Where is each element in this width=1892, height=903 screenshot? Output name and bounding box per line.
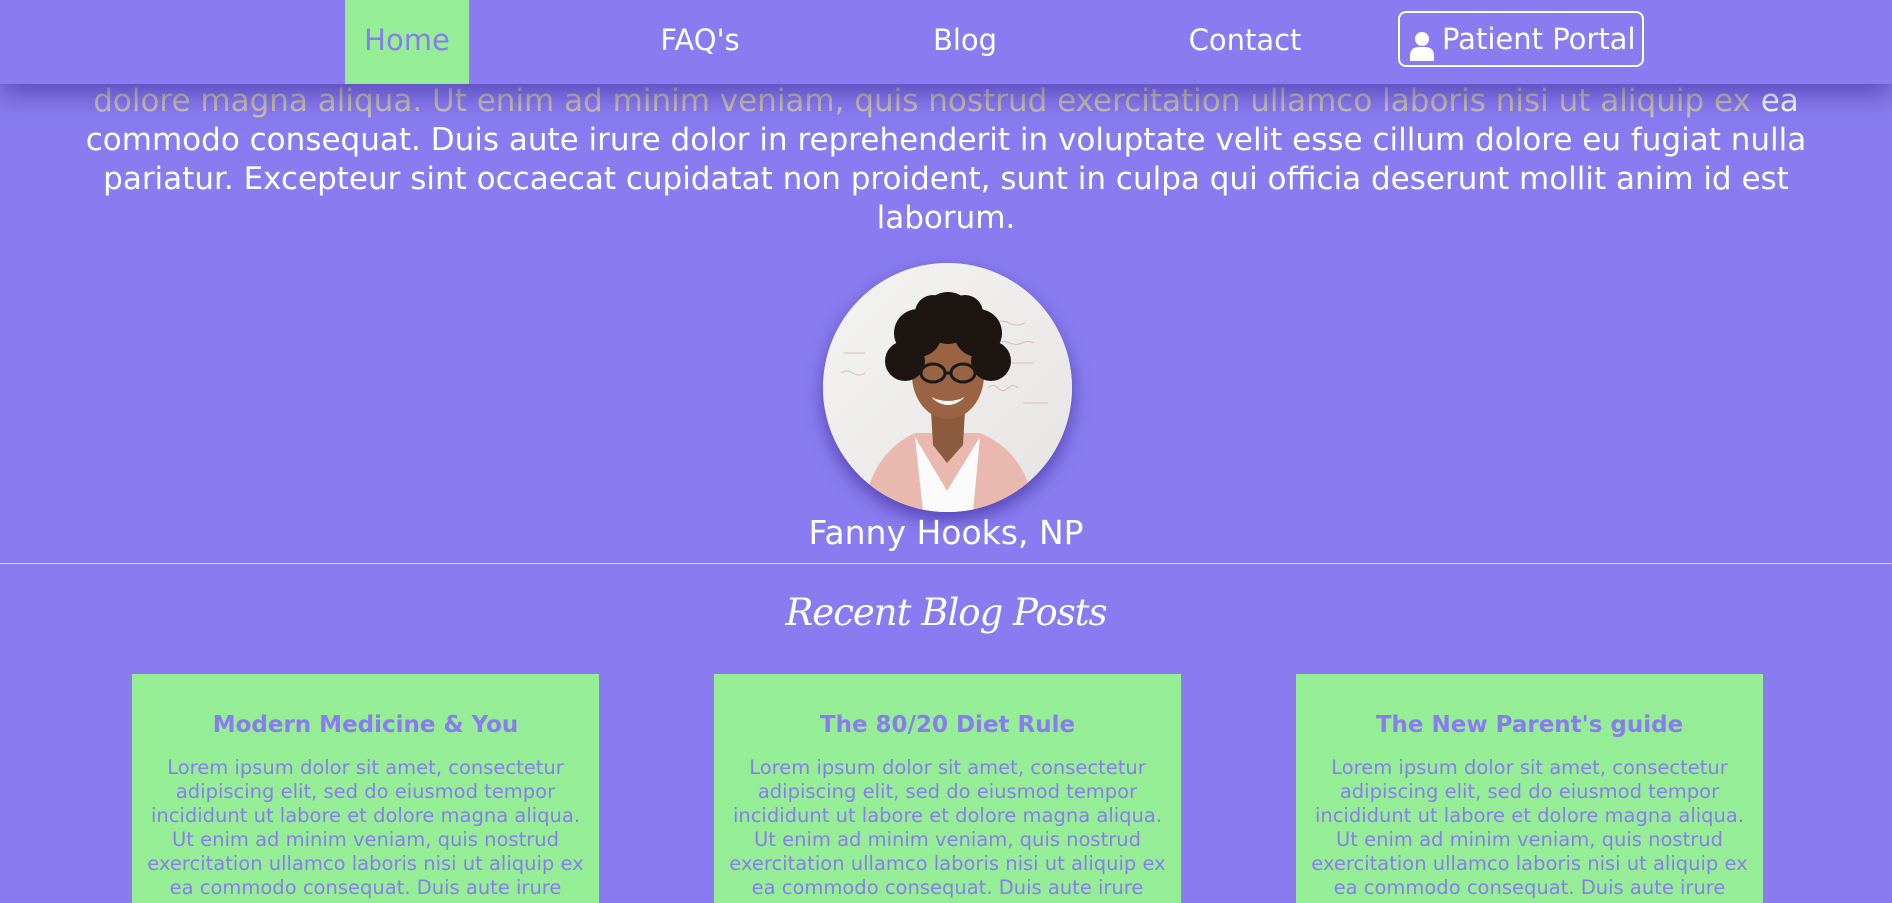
user-icon — [1410, 25, 1434, 61]
navbar: Home FAQ's Blog Contact Patient Portal — [0, 0, 1892, 84]
blog-post-card[interactable]: The 80/20 Diet Rule Lorem ipsum dolor si… — [714, 674, 1181, 903]
blog-post-card[interactable]: The New Parent's guide Lorem ipsum dolor… — [1296, 674, 1763, 903]
blog-section-heading: Recent Blog Posts — [785, 591, 1107, 634]
intro-paragraph: dolore magna aliqua. Ut enim ad minim ve… — [70, 82, 1822, 238]
blog-post-title[interactable]: The 80/20 Diet Rule — [726, 710, 1169, 740]
nav-blog-link[interactable]: Blog — [905, 0, 1025, 84]
blog-post-excerpt: Lorem ipsum dolor sit amet, consectetur … — [729, 756, 1166, 899]
nav-faqs-link[interactable]: FAQ's — [640, 0, 760, 84]
blog-post-excerpt: Lorem ipsum dolor sit amet, consectetur … — [147, 756, 584, 899]
page: Home FAQ's Blog Contact Patient Portal d… — [0, 0, 1892, 903]
section-divider — [0, 563, 1892, 564]
intro-partial-line: dolore magna aliqua. Ut enim ad minim ve… — [93, 83, 1751, 119]
profile-photo — [823, 263, 1072, 512]
blog-post-excerpt: Lorem ipsum dolor sit amet, consectetur … — [1311, 756, 1748, 899]
blog-post-card[interactable]: Modern Medicine & You Lorem ipsum dolor … — [132, 674, 599, 903]
blog-post-title[interactable]: The New Parent's guide — [1308, 710, 1751, 740]
nav-contact-link[interactable]: Contact — [1160, 0, 1330, 84]
nav-home-link[interactable]: Home — [345, 0, 469, 84]
profile-name: Fanny Hooks, NP — [808, 513, 1084, 552]
blog-post-title[interactable]: Modern Medicine & You — [144, 710, 587, 740]
patient-portal-button[interactable]: Patient Portal — [1398, 11, 1644, 67]
patient-portal-label: Patient Portal — [1442, 22, 1636, 56]
